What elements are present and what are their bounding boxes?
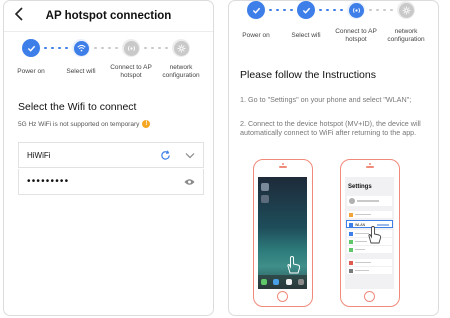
- 5g-note: 5G Hz WiFi is not supported on temporary…: [18, 120, 151, 128]
- home-screen: [258, 177, 307, 289]
- step-label: Connect to AP hotspot: [110, 64, 152, 79]
- step-network-config-icon: [172, 39, 190, 57]
- step-hotspot-icon: [122, 39, 140, 57]
- app-icon: [261, 183, 269, 191]
- page-title: AP hotspot connection: [45, 10, 172, 22]
- step-connector: [144, 46, 168, 50]
- settings-screen: Settings WLAN: [345, 177, 394, 289]
- step-power-on-icon: [22, 39, 40, 57]
- password-value: •••••••••: [27, 176, 70, 187]
- step-power-on-icon: [247, 1, 265, 19]
- step-label: network configuration: [387, 28, 425, 43]
- step-connector: [44, 46, 68, 50]
- step-select-wifi-icon: [72, 39, 90, 57]
- step-hotspot-icon: [347, 1, 365, 19]
- warning-icon[interactable]: !: [142, 120, 151, 128]
- check-icon: [252, 7, 260, 14]
- settings-row: [347, 267, 392, 274]
- wifi-select-screen: AP hotspot connection Power on Select wi…: [3, 0, 214, 316]
- app-icon: [261, 195, 269, 203]
- chevron-left-icon: [14, 7, 23, 21]
- step-connector: [319, 8, 343, 12]
- instructions-title: Please follow the Instructions: [240, 69, 376, 81]
- account-row: [347, 196, 392, 206]
- password-field[interactable]: •••••••••: [18, 169, 204, 195]
- chevron-down-icon[interactable]: [185, 152, 195, 159]
- hotspot-icon: [127, 45, 135, 51]
- wlan-label: WLAN: [355, 222, 366, 227]
- section-title: Select the Wifi to connect: [18, 101, 137, 113]
- settings-row: [347, 246, 392, 253]
- wifi-name: HiWiFi: [27, 150, 51, 160]
- step-connector: [269, 8, 293, 12]
- gear-icon: [402, 6, 410, 14]
- instruction-step-2: 2. Connect to the device hotspot (MV+ID)…: [240, 119, 421, 137]
- instruction-step-1: 1. Go to "Settings" on your phone and se…: [240, 95, 412, 104]
- step-connector: [369, 8, 393, 12]
- step-select-wifi-icon: [297, 1, 315, 19]
- header: AP hotspot connection: [4, 1, 213, 32]
- settings-row: [347, 259, 392, 266]
- phone-home-screen-illustration: [253, 159, 313, 307]
- step-label: network configuration: [162, 64, 200, 79]
- settings-header: Settings: [348, 184, 372, 190]
- hand-tap-icon: [368, 226, 382, 244]
- eye-icon[interactable]: [184, 178, 195, 186]
- note-text: 5G Hz WiFi is not supported on temporary: [18, 120, 140, 128]
- settings-row: [347, 211, 392, 218]
- phone-settings-illustration: Settings WLAN: [340, 159, 400, 307]
- step-label: Connect to AP hotspot: [335, 28, 377, 43]
- step-label: Select wifi: [291, 32, 321, 39]
- step-connector: [94, 46, 118, 50]
- back-button[interactable]: [14, 7, 24, 26]
- step-network-config-icon: [397, 1, 415, 19]
- wifi-icon: [76, 44, 86, 52]
- step-label: Power on: [242, 32, 270, 39]
- dock: [258, 275, 307, 289]
- hotspot-instructions-screen: Power on Select wifi Connect to AP hotsp…: [228, 0, 439, 316]
- check-icon: [302, 7, 310, 14]
- hand-tap-icon: [287, 255, 301, 274]
- check-icon: [27, 45, 35, 52]
- refresh-icon[interactable]: [160, 149, 171, 161]
- step-label: Power on: [17, 68, 45, 75]
- gear-icon: [177, 44, 185, 52]
- step-indicator: Power on Select wifi Connect to AP hotsp…: [4, 32, 213, 90]
- step-indicator: Power on Select wifi Connect to AP hotsp…: [229, 1, 438, 51]
- hotspot-icon: [352, 7, 360, 13]
- wifi-select-field[interactable]: HiWiFi: [18, 142, 204, 168]
- step-label: Select wifi: [66, 68, 96, 75]
